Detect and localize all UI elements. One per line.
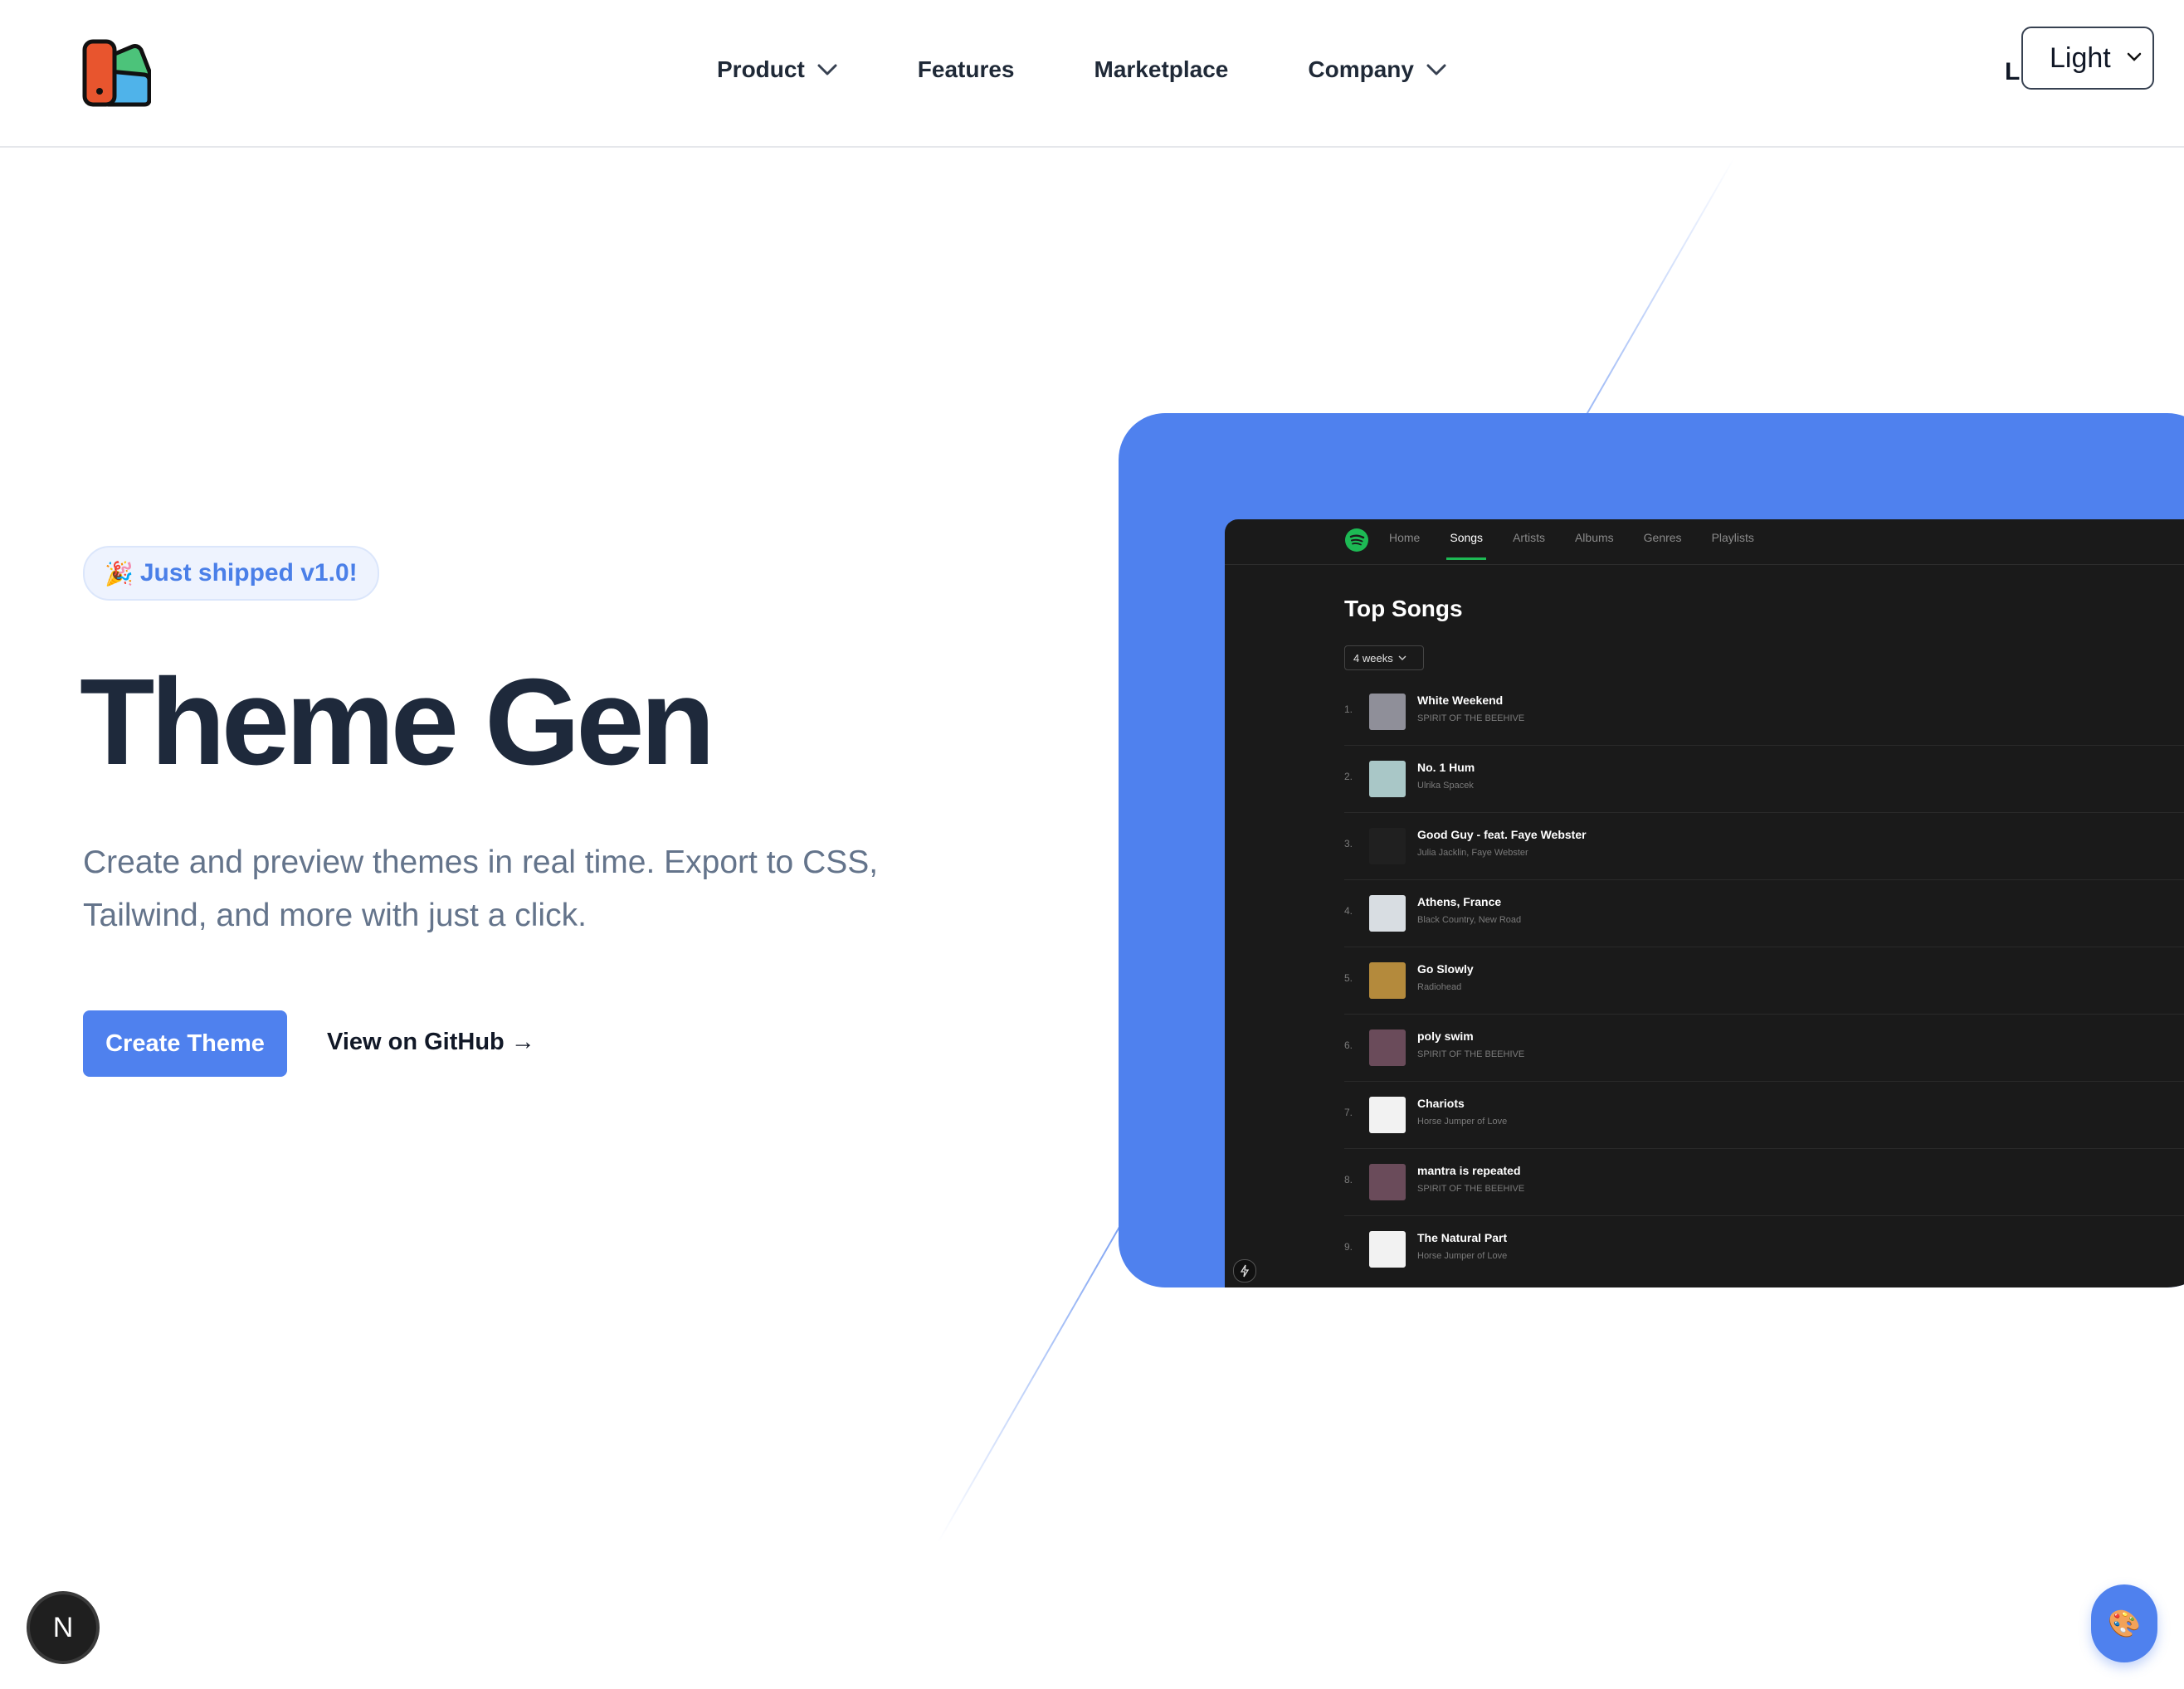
song-title: Athens, France — [1417, 895, 1502, 908]
song-artist: Julia Jacklin, Faye Webster — [1417, 848, 1528, 858]
album-art — [1369, 1097, 1406, 1133]
nav-marketplace[interactable]: Marketplace — [1094, 56, 1229, 83]
song-title: poly swim — [1417, 1029, 1474, 1043]
song-row[interactable]: 4. Athens, France Black Country, New Road — [1344, 880, 2184, 947]
song-rank: 6. — [1344, 1039, 1353, 1051]
nav-features[interactable]: Features — [918, 56, 1015, 83]
nextjs-dev-indicator-button[interactable]: N — [30, 1594, 96, 1661]
preview-song-list: 1. White Weekend SPIRIT OF THE BEEHIVE 2. No… — [1344, 679, 2184, 1283]
song-row[interactable]: 5. Go Slowly Radiohead — [1344, 947, 2184, 1015]
song-rank: 1. — [1344, 703, 1353, 715]
song-row[interactable]: 3. Good Guy - feat. Faye Webster Julia Jac… — [1344, 813, 2184, 880]
spotify-logo-icon — [1345, 528, 1368, 552]
song-row[interactable]: 9. The Natural Part Horse Jumper of Love — [1344, 1216, 2184, 1283]
nav-company-label: Company — [1308, 56, 1414, 82]
song-rank: 8. — [1344, 1174, 1353, 1185]
nav-marketplace-label: Marketplace — [1094, 56, 1229, 82]
song-rank: 4. — [1344, 905, 1353, 917]
nav-product[interactable]: Product — [717, 56, 838, 83]
nav-company[interactable]: Company — [1308, 56, 1447, 83]
song-artist: Radiohead — [1417, 982, 1462, 992]
chevron-down-icon — [817, 64, 837, 75]
preview-app-window: Home Songs Artists Albums Genres Playlists To… — [1225, 519, 2184, 1287]
nav-product-label: Product — [717, 56, 805, 82]
album-art — [1369, 962, 1406, 999]
song-row[interactable]: 8. mantra is repeated SPIRIT OF THE BEEHIV… — [1344, 1149, 2184, 1216]
preview-range-select[interactable]: 4 weeks — [1344, 645, 1424, 670]
song-rank: 7. — [1344, 1107, 1353, 1118]
album-art — [1369, 828, 1406, 864]
view-on-github-link[interactable]: View on GitHub → — [327, 1029, 535, 1056]
song-row[interactable]: 2. No. 1 Hum Ulrika Spacek — [1344, 746, 2184, 813]
site-header: Product Features Marketplace Company L L… — [0, 0, 2184, 148]
theme-mode-value: Light — [2050, 41, 2111, 74]
song-title: White Weekend — [1417, 694, 1504, 707]
preview-tab-albums[interactable]: Albums — [1575, 531, 1614, 544]
palette-icon: 🎨 — [2108, 1609, 2141, 1638]
create-theme-button[interactable]: Create Theme — [83, 1010, 287, 1077]
song-title: The Natural Part — [1417, 1231, 1508, 1244]
song-row[interactable]: 1. White Weekend SPIRIT OF THE BEEHIVE — [1344, 679, 2184, 746]
theme-gen-logo[interactable] — [81, 38, 151, 108]
song-title: Good Guy - feat. Faye Webster — [1417, 828, 1587, 841]
theme-preview-card: Home Songs Artists Albums Genres Playlists To… — [1119, 413, 2184, 1287]
nav-features-label: Features — [917, 56, 1015, 82]
preview-range-value: 4 weeks — [1353, 651, 1393, 664]
nextjs-n-label: N — [52, 1611, 74, 1643]
chevron-down-icon — [1398, 655, 1406, 660]
preview-heading: Top Songs — [1344, 596, 1463, 621]
song-row[interactable]: 7. Chariots Horse Jumper of Love — [1344, 1082, 2184, 1149]
song-artist: Horse Jumper of Love — [1417, 1117, 1508, 1127]
song-title: mantra is repeated — [1417, 1164, 1521, 1177]
song-artist: Black Country, New Road — [1417, 915, 1522, 925]
song-artist: SPIRIT OF THE BEEHIVE — [1417, 713, 1525, 723]
preview-tabs: Home Songs Artists Albums Genres Playlists — [1389, 531, 1784, 560]
chevron-down-icon — [2127, 52, 2142, 61]
preview-tab-songs[interactable]: Songs — [1446, 531, 1486, 560]
preview-app-nav: Home Songs Artists Albums Genres Playlists — [1225, 519, 2184, 565]
preview-tab-playlists[interactable]: Playlists — [1712, 531, 1754, 544]
release-badge-text: Just shipped v1.0! — [139, 559, 358, 587]
login-link-partial[interactable]: L — [2005, 58, 2020, 86]
album-art — [1369, 1164, 1406, 1200]
album-art — [1369, 1231, 1406, 1268]
bolt-icon — [1233, 1259, 1256, 1283]
song-artist: Ulrika Spacek — [1417, 781, 1474, 791]
song-rank: 5. — [1344, 972, 1353, 984]
song-rank: 2. — [1344, 771, 1353, 782]
hero-subtitle: Create and preview themes in real time. … — [83, 844, 879, 933]
theme-customizer-button[interactable]: 🎨 — [2091, 1584, 2157, 1662]
release-badge: 🎉 Just shipped v1.0! — [83, 546, 379, 601]
song-artist: SPIRIT OF THE BEEHIVE — [1417, 1049, 1525, 1059]
album-art — [1369, 694, 1406, 730]
party-popper-icon: 🎉 — [105, 560, 134, 587]
song-artist: Horse Jumper of Love — [1417, 1251, 1508, 1261]
song-rank: 9. — [1344, 1241, 1353, 1253]
song-artist: SPIRIT OF THE BEEHIVE — [1417, 1184, 1525, 1194]
main-nav: Product Features Marketplace Company — [717, 56, 1447, 83]
preview-tab-home[interactable]: Home — [1389, 531, 1420, 544]
hero-title: Theme Gen — [80, 654, 715, 791]
chevron-down-icon — [1426, 64, 1446, 75]
song-title: No. 1 Hum — [1417, 761, 1475, 774]
song-rank: 3. — [1344, 838, 1353, 849]
song-title: Chariots — [1417, 1097, 1465, 1110]
preview-tab-artists[interactable]: Artists — [1513, 531, 1545, 544]
theme-mode-select[interactable]: Light — [2021, 27, 2154, 90]
album-art — [1369, 761, 1406, 797]
album-art — [1369, 895, 1406, 932]
song-row[interactable]: 6. poly swim SPIRIT OF THE BEEHIVE — [1344, 1015, 2184, 1082]
preview-tab-genres[interactable]: Genres — [1644, 531, 1682, 544]
song-title: Go Slowly — [1417, 962, 1474, 976]
album-art — [1369, 1029, 1406, 1066]
